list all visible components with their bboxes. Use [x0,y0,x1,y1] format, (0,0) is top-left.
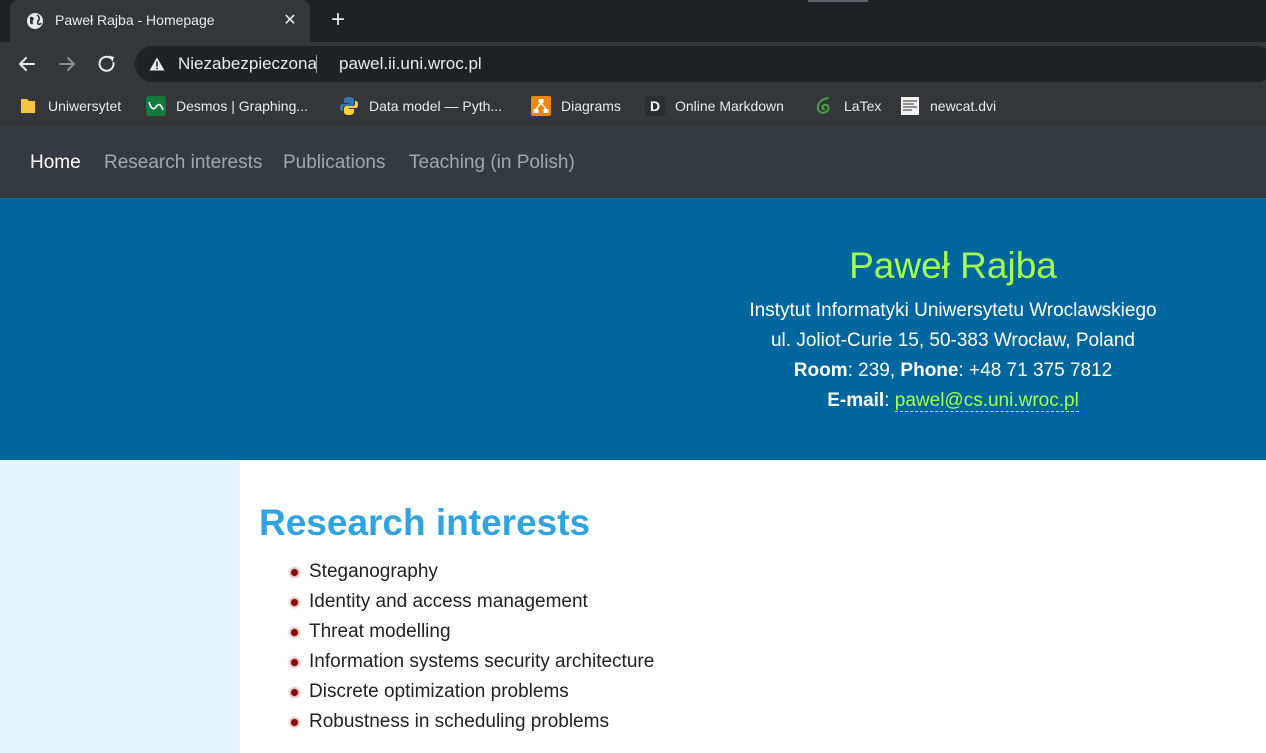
address-bar[interactable]: Niezabezpieczona pawel.ii.uni.wroc.pl [135,46,1266,82]
svg-text:D: D [650,98,660,114]
back-arrow-icon[interactable] [15,52,39,76]
warning-icon[interactable] [149,57,165,71]
tab-title: Paweł Rajba - Homepage [55,12,215,28]
list-item-text: Robustness in scheduling problems [309,711,609,732]
bookmark-label: Uniwersytet [48,98,122,114]
institute-line: Instytut Informatyki Uniwersytetu Wrocla… [749,300,1157,321]
globe-icon [27,13,43,29]
bookmark-label: Diagrams [561,98,621,114]
room-label: Room [793,360,848,381]
list-item: Discrete optimization problems [288,677,654,707]
bullet-icon [291,718,298,726]
python-icon [340,97,358,115]
research-interests-heading: Research interests [259,502,591,543]
url-text[interactable]: pawel.ii.uni.wroc.pl [339,54,482,74]
room-value: : 239, [847,360,901,381]
bookmark-newcat[interactable]: newcat.dvi [900,95,996,117]
nav-home[interactable]: Home [30,152,81,174]
phone-value: : +48 71 375 7812 [958,360,1113,381]
bookmark-uniwersytet[interactable]: Uniwersytet [18,95,121,117]
list-item: Information systems security architectur… [288,647,654,677]
bullet-icon [291,628,298,636]
bookmark-label: Desmos | Graphing... [176,98,309,114]
bookmark-label: Data model — Pyth... [369,98,503,114]
email-line: E-mail: pawel@cs.uni.wroc.pl [638,386,1266,416]
list-item: Robustness in scheduling problems [288,707,654,737]
hero-banner: Paweł Rajba Instytut Informatyki Uniwers… [0,198,1266,460]
list-item-text: Threat modelling [309,621,451,642]
tab-close-icon[interactable]: ✕ [280,10,300,30]
site-navbar: Home Research interests Publications Tea… [0,128,1266,198]
nav-research-interests[interactable]: Research interests [104,152,262,174]
new-tab-icon[interactable]: + [325,8,351,34]
list-item: Threat modelling [288,617,654,647]
security-label[interactable]: Niezabezpieczona [178,54,317,74]
contact-card: Paweł Rajba Instytut Informatyki Uniwers… [638,242,1266,416]
omnibox-divider [316,55,317,73]
address-line: ul. Joliot-Curie 15, 50-383 Wrocław, Pol… [770,330,1135,351]
diagrams-icon [531,96,551,116]
bullet-icon [291,658,298,666]
tab-strip: Paweł Rajba - Homepage ✕ + [0,0,1266,42]
reload-icon[interactable] [95,52,119,76]
bookmark-desmos[interactable]: Desmos | Graphing... [146,95,308,117]
person-name: Paweł Rajba [849,245,1057,286]
email-separator: : [884,390,895,411]
overleaf-icon [816,97,830,114]
list-item: Identity and access management [288,587,654,617]
desmos-icon [146,96,166,116]
email-link[interactable]: pawel@cs.uni.wroc.pl [894,390,1079,412]
main-content: Research interests Steganography Identit… [0,460,1266,753]
nav-publications[interactable]: Publications [283,152,385,174]
phone-label: Phone [900,360,959,381]
list-item: Steganography [288,557,654,587]
bookmark-label: Online Markdown [675,98,784,114]
list-item-text: Information systems security architectur… [309,651,655,672]
browser-toolbar: Niezabezpieczona pawel.ii.uni.wroc.pl [0,42,1266,86]
bookmarks-bar: Uniwersytet Desmos | Graphing... Data mo… [0,86,1266,128]
list-item-text: Steganography [309,561,438,582]
bullet-icon [291,598,298,606]
list-item-text: Identity and access management [309,591,588,612]
folder-icon [21,99,35,113]
nav-teaching[interactable]: Teaching (in Polish) [409,152,575,174]
bookmark-latex[interactable]: LaTex [814,95,881,117]
research-interests-list: Steganography Identity and access manage… [288,557,654,737]
tab-strip-divider [808,0,868,2]
bullet-icon [291,688,298,696]
left-sidebar-band [0,460,240,753]
document-icon [901,97,919,115]
bookmark-python[interactable]: Data model — Pyth... [339,95,502,117]
bullet-icon [291,568,298,576]
browser-tab[interactable]: Paweł Rajba - Homepage ✕ [10,0,310,42]
bookmark-label: newcat.dvi [930,98,997,114]
list-item-text: Discrete optimization problems [309,681,569,702]
bookmark-label: LaTex [844,98,882,114]
room-phone-line: Room: 239, Phone: +48 71 375 7812 [638,356,1266,386]
markdown-icon: D [645,96,665,116]
forward-arrow-icon[interactable] [55,52,79,76]
email-label: E-mail [827,390,885,411]
bookmark-diagrams[interactable]: Diagrams [531,95,621,117]
bookmark-online-markdown[interactable]: D Online Markdown [645,95,784,117]
